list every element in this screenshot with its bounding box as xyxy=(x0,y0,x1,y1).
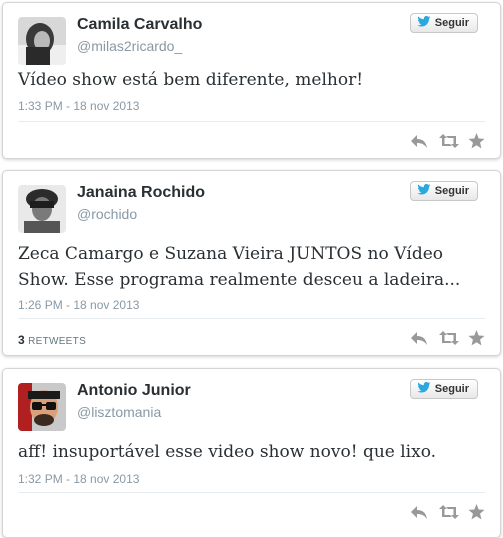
reply-icon[interactable] xyxy=(410,133,428,149)
divider xyxy=(18,121,485,122)
tweet-card: Antonio Junior @lisztomania Seguir aff! … xyxy=(2,368,501,538)
follow-button[interactable]: Seguir xyxy=(409,13,478,33)
tweet-timestamp[interactable]: 1:26 PM - 18 nov 2013 xyxy=(18,298,139,312)
reply-icon[interactable] xyxy=(410,504,428,520)
retweet-icon[interactable] xyxy=(439,133,459,149)
tweet-actions xyxy=(410,133,486,149)
user-handle[interactable]: @milas2ricardo_ xyxy=(77,38,182,54)
twitter-bird-icon xyxy=(417,16,431,30)
tweet-timestamp[interactable]: 1:32 PM - 18 nov 2013 xyxy=(18,472,139,486)
user-name[interactable]: Antonio Junior xyxy=(77,382,191,400)
user-name[interactable]: Janaina Rochido xyxy=(77,184,205,202)
user-handle[interactable]: @lisztomania xyxy=(77,404,161,420)
tweet-actions xyxy=(410,330,486,346)
follow-button[interactable]: Seguir xyxy=(409,379,478,399)
retweet-count[interactable]: 3 RETWEETS xyxy=(18,333,86,347)
tweet-text: Zeca Camargo e Suzana Vieira JUNTOS no V… xyxy=(18,244,461,290)
avatar[interactable] xyxy=(18,383,66,431)
favorite-icon[interactable] xyxy=(468,330,486,346)
retweet-icon[interactable] xyxy=(439,504,459,520)
user-handle[interactable]: @rochido xyxy=(77,206,137,222)
avatar[interactable] xyxy=(18,185,66,233)
follow-button[interactable]: Seguir xyxy=(409,181,478,201)
twitter-bird-icon xyxy=(417,184,431,198)
reply-icon[interactable] xyxy=(410,330,428,346)
tweet-text: aff! insuportável esse video show novo! … xyxy=(18,442,437,462)
user-name[interactable]: Camila Carvalho xyxy=(77,16,202,34)
tweet-timestamp[interactable]: 1:33 PM - 18 nov 2013 xyxy=(18,99,139,113)
favorite-icon[interactable] xyxy=(468,504,486,520)
twitter-bird-icon xyxy=(417,382,431,396)
tweet-card: Janaina Rochido @rochido Seguir Zeca Cam… xyxy=(2,170,501,356)
tweet-actions xyxy=(410,504,486,520)
favorite-icon[interactable] xyxy=(468,133,486,149)
tweet-text: Vídeo show está bem diferente, melhor! xyxy=(18,70,364,90)
divider xyxy=(18,318,485,319)
avatar[interactable] xyxy=(18,17,66,65)
divider xyxy=(18,492,485,493)
retweet-icon[interactable] xyxy=(439,330,459,346)
tweet-card: Camila Carvalho @milas2ricardo_ Seguir V… xyxy=(2,2,501,159)
